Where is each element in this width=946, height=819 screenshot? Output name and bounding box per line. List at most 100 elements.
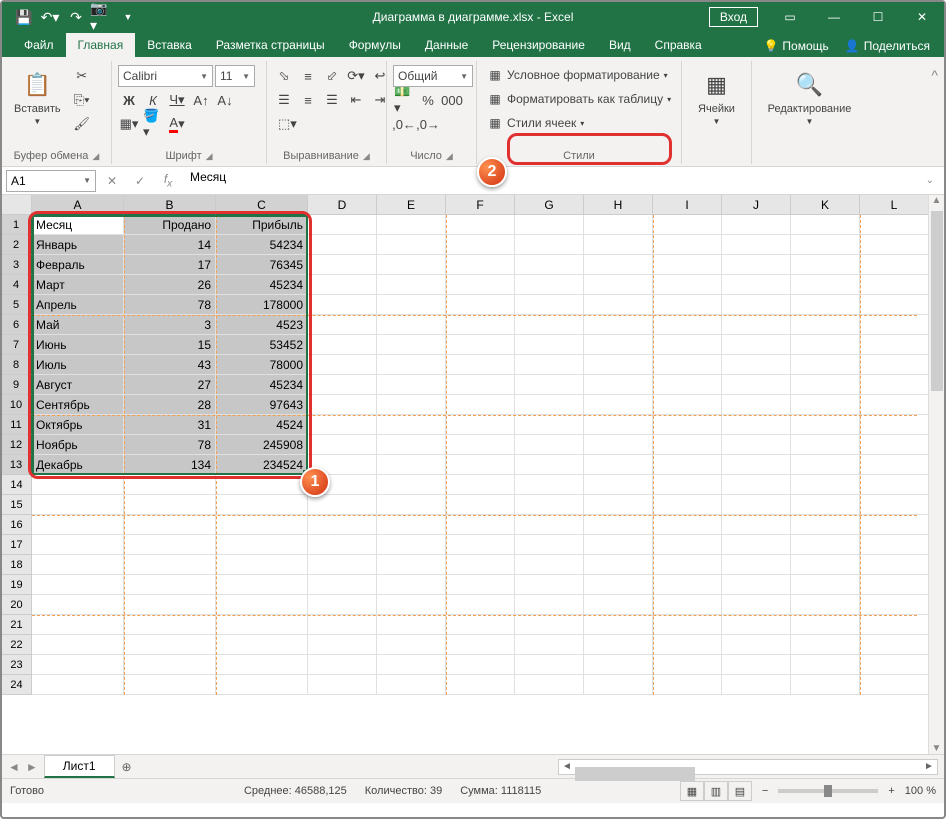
cell[interactable] — [722, 235, 791, 255]
cell[interactable] — [860, 555, 929, 575]
cell[interactable] — [515, 415, 584, 435]
cell[interactable] — [515, 675, 584, 695]
cell[interactable] — [584, 435, 653, 455]
cell[interactable] — [216, 495, 308, 515]
cell[interactable] — [32, 495, 124, 515]
borders-icon[interactable]: ▦▾ — [118, 113, 140, 135]
dialog-launcher-icon[interactable]: ◢ — [92, 151, 99, 162]
tab-review[interactable]: Рецензирование — [480, 33, 597, 57]
row-header[interactable]: 19 — [2, 575, 32, 595]
worksheet-grid[interactable]: ABCDEFGHIJKL 1МесяцПроданоПрибыль2Январь… — [2, 195, 944, 755]
cell[interactable] — [791, 655, 860, 675]
cell[interactable] — [308, 615, 377, 635]
cell[interactable] — [308, 575, 377, 595]
cell[interactable] — [722, 215, 791, 235]
cell[interactable] — [860, 355, 929, 375]
cell[interactable] — [860, 515, 929, 535]
cell[interactable]: Прибыль — [216, 215, 308, 235]
column-header[interactable]: H — [584, 195, 653, 215]
cell[interactable] — [446, 595, 515, 615]
row-header[interactable]: 12 — [2, 435, 32, 455]
cell[interactable] — [515, 595, 584, 615]
cell[interactable] — [446, 535, 515, 555]
align-center-icon[interactable]: ≡ — [297, 89, 319, 111]
cell[interactable] — [791, 535, 860, 555]
cell[interactable] — [584, 375, 653, 395]
cell[interactable] — [653, 495, 722, 515]
cell[interactable] — [791, 355, 860, 375]
cell[interactable] — [860, 655, 929, 675]
cell[interactable] — [377, 275, 446, 295]
cell[interactable] — [584, 395, 653, 415]
cell[interactable] — [860, 435, 929, 455]
add-sheet-icon[interactable]: ⊕ — [115, 760, 139, 774]
cell[interactable] — [216, 635, 308, 655]
collapse-ribbon-icon[interactable]: ^ — [925, 61, 944, 164]
cell[interactable] — [791, 215, 860, 235]
cell[interactable]: 45234 — [216, 275, 308, 295]
view-normal-icon[interactable]: ▦ — [680, 781, 704, 801]
row-header[interactable]: 15 — [2, 495, 32, 515]
login-button[interactable]: Вход — [709, 7, 758, 27]
row-header[interactable]: 24 — [2, 675, 32, 695]
cell[interactable] — [308, 535, 377, 555]
cell[interactable] — [377, 315, 446, 335]
cell[interactable] — [653, 275, 722, 295]
cell[interactable]: 53452 — [216, 335, 308, 355]
cell[interactable] — [308, 495, 377, 515]
cell[interactable] — [791, 515, 860, 535]
cell[interactable] — [653, 635, 722, 655]
cell[interactable] — [791, 675, 860, 695]
cell[interactable] — [860, 215, 929, 235]
percent-format-icon[interactable]: % — [417, 89, 439, 111]
cell[interactable] — [377, 355, 446, 375]
font-size-combo[interactable]: 11▼ — [215, 65, 255, 87]
cell[interactable] — [584, 595, 653, 615]
column-header[interactable]: D — [308, 195, 377, 215]
cell[interactable] — [308, 235, 377, 255]
cell[interactable] — [515, 635, 584, 655]
cell[interactable] — [653, 675, 722, 695]
cell[interactable] — [653, 215, 722, 235]
decrease-indent-icon[interactable]: ⇤ — [345, 89, 367, 111]
column-header[interactable]: E — [377, 195, 446, 215]
cell[interactable] — [722, 455, 791, 475]
cell[interactable] — [446, 395, 515, 415]
cell[interactable] — [377, 415, 446, 435]
cell[interactable] — [446, 515, 515, 535]
cell[interactable] — [216, 515, 308, 535]
increase-font-icon[interactable]: A↑ — [190, 89, 212, 111]
cell[interactable] — [515, 255, 584, 275]
row-header[interactable]: 21 — [2, 615, 32, 635]
cell[interactable]: 3 — [124, 315, 216, 335]
cell[interactable] — [446, 235, 515, 255]
cell[interactable] — [515, 355, 584, 375]
row-header[interactable]: 17 — [2, 535, 32, 555]
cell[interactable] — [860, 535, 929, 555]
cell[interactable] — [860, 335, 929, 355]
cell[interactable] — [653, 415, 722, 435]
cell[interactable]: 234524 — [216, 455, 308, 475]
cell[interactable] — [653, 575, 722, 595]
cell[interactable] — [860, 375, 929, 395]
cell[interactable] — [722, 255, 791, 275]
cell[interactable] — [308, 355, 377, 375]
cell[interactable]: Сентябрь — [32, 395, 124, 415]
cell[interactable] — [515, 235, 584, 255]
cell[interactable] — [584, 355, 653, 375]
undo-icon[interactable]: ↶▾ — [38, 5, 62, 29]
cell[interactable] — [377, 495, 446, 515]
cell[interactable]: 97643 — [216, 395, 308, 415]
ribbon-display-icon[interactable]: ▭ — [768, 2, 812, 32]
cell[interactable] — [515, 395, 584, 415]
cell[interactable] — [377, 335, 446, 355]
cell[interactable] — [32, 475, 124, 495]
cell[interactable] — [377, 295, 446, 315]
cell[interactable]: Декабрь — [32, 455, 124, 475]
cell[interactable] — [446, 315, 515, 335]
cell[interactable] — [32, 615, 124, 635]
cell[interactable] — [124, 675, 216, 695]
cell[interactable] — [722, 595, 791, 615]
cell[interactable] — [124, 515, 216, 535]
cell[interactable] — [308, 295, 377, 315]
